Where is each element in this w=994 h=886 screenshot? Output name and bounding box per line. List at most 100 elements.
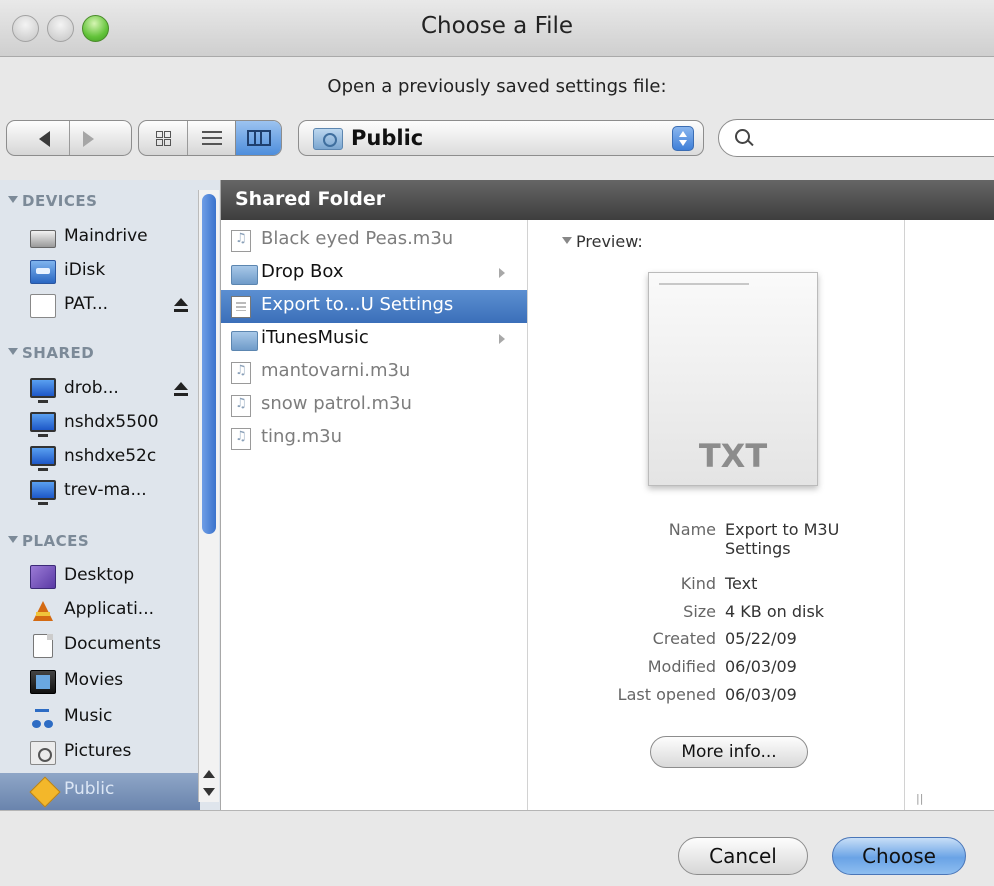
file-name: snow patrol.m3u xyxy=(261,393,412,414)
sidebar-item-label: nshdx5500 xyxy=(64,412,159,432)
sidebar-item-label: nshdxe52c xyxy=(64,446,157,466)
file-row[interactable]: snow patrol.m3u xyxy=(221,389,527,422)
info-label: Name xyxy=(668,520,716,539)
text-file-icon xyxy=(231,296,251,318)
sidebar-item-maindrive[interactable]: Maindrive xyxy=(30,222,202,255)
info-label: Created xyxy=(652,629,716,648)
scroll-up-icon[interactable] xyxy=(203,770,215,778)
section-devices[interactable]: DEVICES xyxy=(7,192,97,210)
eject-icon[interactable] xyxy=(174,382,188,396)
file-row[interactable]: ting.m3u xyxy=(221,422,527,455)
search-field[interactable] xyxy=(718,119,994,157)
public-icon xyxy=(29,776,61,808)
info-label: Size xyxy=(683,602,716,621)
list-view-button[interactable] xyxy=(187,121,236,155)
volume-icon xyxy=(30,294,56,318)
info-label: Modified xyxy=(647,657,716,676)
button-bar: Cancel Choose xyxy=(0,810,994,886)
more-info-button[interactable]: More info... xyxy=(650,736,808,768)
list-icon xyxy=(202,131,222,146)
sidebar-item-nshdxe52c[interactable]: nshdxe52c xyxy=(30,442,202,475)
sidebar-item-drob[interactable]: drob... xyxy=(30,374,202,407)
search-icon xyxy=(735,129,750,144)
sidebar-item-pictures[interactable]: Pictures xyxy=(30,737,202,770)
column-resize-grip[interactable]: || xyxy=(916,792,923,805)
file-row-selected[interactable]: Export to...U Settings xyxy=(221,290,527,323)
sidebar: DEVICES Maindrive iDisk PAT... SHARED dr… xyxy=(0,180,221,810)
sidebar-item-documents[interactable]: Documents xyxy=(30,630,202,663)
eject-icon[interactable] xyxy=(174,298,188,312)
network-computer-icon xyxy=(30,480,56,505)
idisk-icon xyxy=(30,260,56,284)
sidebar-item-label: iDisk xyxy=(64,260,106,280)
title-bar[interactable]: Choose a File xyxy=(0,0,994,57)
choose-file-dialog: Choose a File Open a previously saved se… xyxy=(0,0,994,886)
playlist-file-icon xyxy=(231,428,251,450)
info-value: 06/03/09 xyxy=(725,685,797,704)
pictures-icon xyxy=(30,741,56,765)
choose-button[interactable]: Choose xyxy=(832,837,966,875)
sidebar-item-pat[interactable]: PAT... xyxy=(30,290,202,323)
segment-divider xyxy=(69,121,70,155)
location-popup[interactable]: Public xyxy=(298,120,704,156)
column-divider xyxy=(904,220,905,810)
sidebar-item-label: Music xyxy=(64,706,113,726)
preview-disclosure[interactable]: Preview: xyxy=(562,232,643,251)
info-label: Last opened xyxy=(617,685,716,704)
search-input[interactable] xyxy=(761,126,985,152)
location-label: Public xyxy=(351,126,424,150)
info-value: Export to M3U Settings xyxy=(725,520,840,558)
text-file-preview-icon: TXT xyxy=(648,272,818,486)
folder-row[interactable]: Drop Box xyxy=(221,257,527,290)
preview-pane: Preview: TXT Name Export to M3U Settings… xyxy=(528,220,904,810)
popup-stepper-icon[interactable] xyxy=(672,126,694,151)
chevron-right-icon xyxy=(499,334,505,344)
info-value: 06/03/09 xyxy=(725,657,797,676)
info-value: Text xyxy=(725,574,758,593)
network-computer-icon xyxy=(30,378,56,403)
info-value: 05/22/09 xyxy=(725,629,797,648)
applications-icon xyxy=(30,599,56,623)
sidebar-item-label: trev-ma... xyxy=(64,480,147,500)
icon-view-button[interactable] xyxy=(139,121,187,155)
file-row[interactable]: mantovarni.m3u xyxy=(221,356,527,389)
sidebar-item-label: Applicati... xyxy=(64,599,155,619)
file-name: mantovarni.m3u xyxy=(261,360,411,381)
sidebar-item-trev[interactable]: trev-ma... xyxy=(30,476,202,509)
column-view-button[interactable] xyxy=(235,121,281,155)
section-shared[interactable]: SHARED xyxy=(7,344,94,362)
cancel-button[interactable]: Cancel xyxy=(678,837,808,875)
sidebar-item-label: PAT... xyxy=(64,294,109,314)
folder-row[interactable]: iTunesMusic xyxy=(221,323,527,356)
folder-icon xyxy=(231,331,258,351)
music-icon xyxy=(30,706,56,730)
sidebar-item-public[interactable]: Public xyxy=(0,773,200,810)
sidebar-item-movies[interactable]: Movies xyxy=(30,666,202,699)
column-browser: Shared Folder Black eyed Peas.m3u Drop B… xyxy=(221,180,994,845)
scroll-down-icon[interactable] xyxy=(203,788,215,796)
folder-icon xyxy=(231,265,258,285)
playlist-file-icon xyxy=(231,395,251,417)
sidebar-item-music[interactable]: Music xyxy=(30,702,202,735)
columns-icon xyxy=(247,130,271,146)
sidebar-item-nshdx5500[interactable]: nshdx5500 xyxy=(30,408,202,441)
sidebar-item-idisk[interactable]: iDisk xyxy=(30,256,202,289)
sidebar-item-label: Public xyxy=(64,779,115,799)
sidebar-scrollbar[interactable] xyxy=(198,190,219,802)
forward-arrow-icon[interactable] xyxy=(83,131,94,147)
sidebar-item-label: Pictures xyxy=(64,741,132,761)
info-label: Kind xyxy=(680,574,716,593)
section-places[interactable]: PLACES xyxy=(7,532,89,550)
sidebar-item-label: Desktop xyxy=(64,565,135,585)
sidebar-item-label: drob... xyxy=(64,378,119,398)
sidebar-item-desktop[interactable]: Desktop xyxy=(30,561,202,594)
file-row[interactable]: Black eyed Peas.m3u xyxy=(221,224,527,257)
sidebar-scroll-thumb[interactable] xyxy=(202,194,216,534)
documents-icon xyxy=(33,634,53,658)
file-column: Black eyed Peas.m3u Drop Box Export to..… xyxy=(221,220,536,845)
back-arrow-icon[interactable] xyxy=(39,131,50,147)
sidebar-item-applications[interactable]: Applicati... xyxy=(30,595,202,628)
playlist-file-icon xyxy=(231,362,251,384)
back-forward-control xyxy=(6,120,132,156)
movies-icon xyxy=(30,670,56,694)
